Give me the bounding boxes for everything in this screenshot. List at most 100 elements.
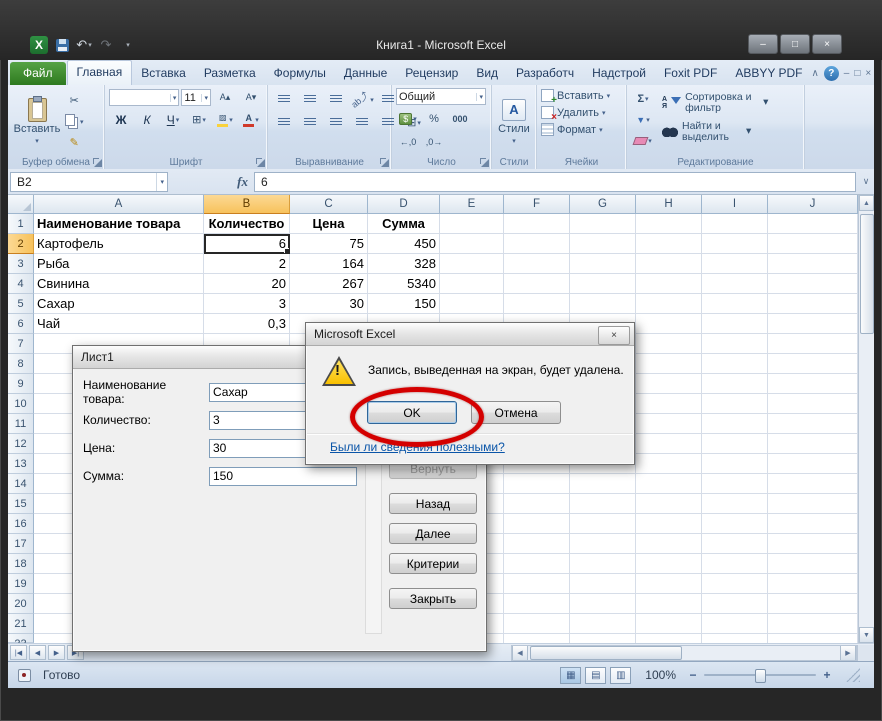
column-header-F[interactable]: F [504, 195, 570, 214]
vertical-scrollbar[interactable]: ▲ ▼ [858, 195, 874, 643]
cell-I2[interactable] [702, 234, 768, 254]
ribbon-tab-view[interactable]: Вид [467, 62, 507, 85]
row-header-3[interactable]: 3 [8, 254, 34, 274]
cell-C1[interactable]: Цена [290, 214, 368, 234]
ribbon-tab-review[interactable]: Рецензир [396, 62, 467, 85]
dialog-launcher-icon[interactable] [256, 158, 265, 167]
cell-G16[interactable] [570, 514, 636, 534]
row-header-18[interactable]: 18 [8, 554, 34, 574]
cell-G2[interactable] [570, 234, 636, 254]
column-header-H[interactable]: H [636, 195, 702, 214]
dialog-launcher-icon[interactable] [480, 158, 489, 167]
decrease-decimal-button[interactable]: ,0→ [422, 132, 446, 151]
close-button[interactable]: × [812, 34, 842, 54]
cell-I18[interactable] [702, 554, 768, 574]
cell-J18[interactable] [768, 554, 858, 574]
cell-H4[interactable] [636, 274, 702, 294]
cell-B5[interactable]: 3 [204, 294, 290, 314]
row-header-10[interactable]: 10 [8, 394, 34, 414]
cell-I1[interactable] [702, 214, 768, 234]
ribbon-tab-foxit[interactable]: Foxit PDF [655, 62, 726, 85]
cell-I7[interactable] [702, 334, 768, 354]
cell-I20[interactable] [702, 594, 768, 614]
cell-J19[interactable] [768, 574, 858, 594]
row-header-20[interactable]: 20 [8, 594, 34, 614]
cell-H14[interactable] [636, 474, 702, 494]
column-header-J[interactable]: J [768, 195, 858, 214]
decrease-indent-button[interactable] [350, 113, 374, 132]
row-header-17[interactable]: 17 [8, 534, 34, 554]
alert-close-button[interactable]: × [598, 326, 630, 345]
font-family-combo[interactable]: ▾ [109, 89, 180, 106]
form-button-next[interactable]: Далее [389, 523, 477, 544]
sheet-nav-first-button[interactable]: |◀ [10, 645, 27, 660]
name-box-dropdown-icon[interactable]: ▾ [156, 172, 167, 191]
workbook-restore-button[interactable]: □ [854, 68, 860, 79]
cell-I17[interactable] [702, 534, 768, 554]
cell-G21[interactable] [570, 614, 636, 634]
column-header-D[interactable]: D [368, 195, 440, 214]
italic-button[interactable]: К [135, 110, 159, 129]
cell-F21[interactable] [504, 614, 570, 634]
cell-F18[interactable] [504, 554, 570, 574]
maximize-button[interactable]: □ [780, 34, 810, 54]
zoom-in-button[interactable]: + [820, 668, 834, 682]
row-header-8[interactable]: 8 [8, 354, 34, 374]
cell-G20[interactable] [570, 594, 636, 614]
cell-I4[interactable] [702, 274, 768, 294]
cell-I13[interactable] [702, 454, 768, 474]
cell-I21[interactable] [702, 614, 768, 634]
view-page-break-button[interactable]: ▥ [610, 666, 632, 684]
cell-J12[interactable] [768, 434, 858, 454]
zoom-slider-thumb[interactable] [755, 669, 766, 683]
cell-H19[interactable] [636, 574, 702, 594]
cell-F2[interactable] [504, 234, 570, 254]
styles-button[interactable]: А Стили ▾ [498, 98, 530, 145]
cell-H6[interactable] [636, 314, 702, 334]
align-top-button[interactable] [272, 90, 296, 109]
formula-input[interactable]: 6 [254, 171, 856, 192]
cancel-button[interactable]: Отмена [471, 401, 561, 424]
cell-A4[interactable]: Свинина [34, 274, 204, 294]
row-header-13[interactable]: 13 [8, 454, 34, 474]
column-header-A[interactable]: A [34, 195, 204, 214]
cell-E2[interactable] [440, 234, 504, 254]
row-header-14[interactable]: 14 [8, 474, 34, 494]
cell-D2[interactable]: 450 [368, 234, 440, 254]
cell-F19[interactable] [504, 574, 570, 594]
cell-H11[interactable] [636, 414, 702, 434]
cell-G14[interactable] [570, 474, 636, 494]
find-select-button[interactable]: Найти и выделить ▾ [659, 118, 771, 145]
help-button[interactable]: ? [823, 66, 839, 81]
align-bottom-button[interactable] [324, 90, 348, 109]
align-right-button[interactable] [324, 113, 348, 132]
row-header-21[interactable]: 21 [8, 614, 34, 634]
cell-I12[interactable] [702, 434, 768, 454]
row-header-15[interactable]: 15 [8, 494, 34, 514]
cell-I9[interactable] [702, 374, 768, 394]
ribbon-tab-addins[interactable]: Надстрой [583, 62, 655, 85]
cell-G19[interactable] [570, 574, 636, 594]
cell-D1[interactable]: Сумма [368, 214, 440, 234]
ribbon-tab-home[interactable]: Главная [66, 60, 133, 85]
cell-I15[interactable] [702, 494, 768, 514]
cell-H18[interactable] [636, 554, 702, 574]
ribbon-tab-insert[interactable]: Вставка [132, 62, 195, 85]
format-painter-button[interactable]: ✎ [62, 133, 87, 152]
cell-F17[interactable] [504, 534, 570, 554]
cell-J4[interactable] [768, 274, 858, 294]
cell-F15[interactable] [504, 494, 570, 514]
workbook-close-button[interactable]: × [865, 68, 871, 79]
help-feedback-link[interactable]: Были ли сведения полезными? [330, 440, 505, 454]
cell-B1[interactable]: Количество [204, 214, 290, 234]
ribbon-tab-file[interactable]: Файл [10, 62, 66, 85]
row-header-2[interactable]: 2 [8, 234, 34, 254]
cell-F5[interactable] [504, 294, 570, 314]
column-header-I[interactable]: I [702, 195, 768, 214]
format-cells-button[interactable]: Формат ▾ [541, 123, 622, 136]
row-header-5[interactable]: 5 [8, 294, 34, 314]
cell-J10[interactable] [768, 394, 858, 414]
column-header-C[interactable]: C [290, 195, 368, 214]
cell-I11[interactable] [702, 414, 768, 434]
view-page-layout-button[interactable]: ▤ [585, 666, 607, 684]
